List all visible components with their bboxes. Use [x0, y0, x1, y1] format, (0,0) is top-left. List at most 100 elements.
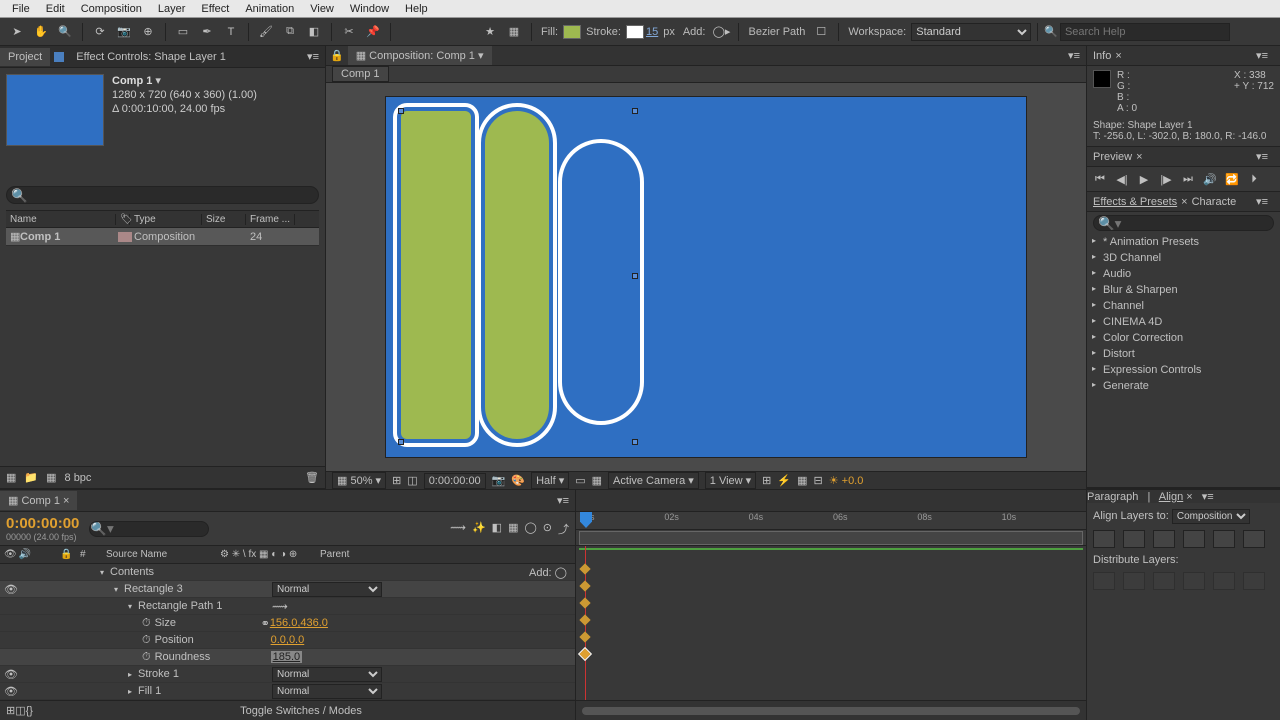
comp-thumbnail[interactable] — [6, 74, 104, 146]
camera-tool-icon[interactable]: 📷 — [113, 22, 135, 42]
preset-animation-presets[interactable]: * Animation Presets — [1087, 234, 1280, 250]
handle-br[interactable] — [632, 439, 638, 445]
row-rect3[interactable]: Rectangle 3 — [124, 583, 272, 595]
work-area-bar[interactable] — [579, 531, 1083, 545]
paragraph-tab[interactable]: Paragraph — [1087, 491, 1138, 503]
fill-swatch[interactable] — [563, 25, 581, 39]
preset-3d-channel[interactable]: 3D Channel — [1087, 250, 1280, 266]
lock-icon[interactable]: 🔒 — [326, 49, 348, 62]
shape-rect1[interactable] — [401, 111, 471, 439]
text-tool-icon[interactable]: T — [220, 22, 242, 42]
exposure-value[interactable]: ☀ +0.0 — [829, 474, 864, 487]
preset-blur[interactable]: Blur & Sharpen — [1087, 282, 1280, 298]
tl-foot-icon2[interactable]: ◫ — [15, 704, 25, 717]
snapshot-icon[interactable]: 📷 — [492, 474, 506, 487]
zoom-tool-icon[interactable]: 🔍 — [54, 22, 76, 42]
snap-icon[interactable]: ★ — [479, 22, 501, 42]
mode-stroke[interactable]: Normal — [272, 667, 382, 682]
eye-rect3-icon[interactable]: 👁 — [4, 583, 18, 596]
row-rectpath[interactable]: Rectangle Path 1 — [138, 600, 272, 612]
fast-preview-icon[interactable]: ⚡ — [777, 474, 791, 487]
next-frame-icon[interactable]: |▶ — [1157, 171, 1175, 187]
kf6[interactable] — [579, 648, 590, 659]
flowchart-icon[interactable]: ⊟ — [814, 474, 823, 487]
tab-project[interactable]: Project — [0, 48, 50, 66]
channel-icon[interactable]: 🎨 — [511, 474, 525, 487]
align-tab[interactable]: Align — [1159, 491, 1183, 503]
preset-cinema4d[interactable]: CINEMA 4D — [1087, 314, 1280, 330]
preset-expression[interactable]: Expression Controls — [1087, 362, 1280, 378]
roi-icon[interactable]: ▭ — [575, 474, 585, 487]
kf5[interactable] — [579, 631, 590, 642]
time-ruler[interactable]: 00s 02s 04s 06s 08s 10s — [576, 512, 1086, 530]
tw-contents[interactable]: ▾ — [100, 568, 110, 577]
tracks-area[interactable] — [576, 546, 1086, 700]
new-comp-icon[interactable]: ▦ — [46, 471, 56, 484]
tl-foot-icon3[interactable]: {} — [26, 705, 33, 717]
ram-preview-icon[interactable]: ⏵ — [1245, 171, 1263, 187]
last-frame-icon[interactable]: ⏭ — [1179, 171, 1197, 187]
view-dropdown[interactable]: 1 View ▾ — [705, 472, 756, 489]
val-roundness[interactable]: 185.0 — [271, 651, 303, 663]
info-menu-icon[interactable]: ▾≡ — [1250, 49, 1274, 62]
menu-layer[interactable]: Layer — [150, 1, 194, 17]
timeline-search-input[interactable] — [89, 521, 209, 537]
rotate-tool-icon[interactable]: ⟳ — [89, 22, 111, 42]
tw-fill[interactable]: ▸ — [128, 687, 138, 696]
rect-tool-icon[interactable]: ▭ — [172, 22, 194, 42]
camera-dropdown[interactable]: Active Camera ▾ — [608, 472, 699, 489]
preset-audio[interactable]: Audio — [1087, 266, 1280, 282]
stroke-width[interactable]: 15 — [646, 26, 658, 38]
menu-view[interactable]: View — [302, 1, 342, 17]
align-hcenter-icon[interactable] — [1123, 530, 1145, 548]
project-row-comp1[interactable]: ▦ Comp 1 Composition 24 — [6, 228, 319, 246]
tl-icon2[interactable]: ✨ — [472, 521, 486, 537]
effects-menu-icon[interactable]: ▾≡ — [1250, 195, 1274, 208]
effects-search-input[interactable] — [1093, 215, 1274, 231]
handle-mr[interactable] — [632, 273, 638, 279]
interpret-icon[interactable]: ▦ — [6, 471, 16, 484]
viewer[interactable] — [326, 83, 1086, 471]
time-display[interactable]: 0:00:00:00 — [424, 473, 486, 489]
first-frame-icon[interactable]: ⏮ — [1091, 171, 1109, 187]
linkpath-icon[interactable]: ⟿ — [272, 600, 288, 613]
pen-tool-icon[interactable]: ✒ — [196, 22, 218, 42]
kf4[interactable] — [579, 614, 590, 625]
col-source[interactable]: Source Name — [100, 549, 220, 560]
trans-grid-icon[interactable]: ▦ — [592, 474, 602, 487]
character-tab[interactable]: Characte — [1192, 196, 1237, 208]
folder-icon[interactable]: 📁 — [24, 471, 38, 484]
timeline-menu-icon[interactable]: ▾≡ — [551, 494, 575, 507]
preset-distort[interactable]: Distort — [1087, 346, 1280, 362]
grid-icon[interactable]: ▦ — [503, 22, 525, 42]
effects-tab[interactable]: Effects & Presets — [1093, 196, 1177, 208]
comp-panel-menu-icon[interactable]: ▾≡ — [1062, 49, 1086, 62]
handle-bl[interactable] — [398, 439, 404, 445]
stopwatch-round-icon[interactable]: ⏱ — [142, 651, 151, 664]
timeline-tab[interactable]: ▦ Comp 1 × — [0, 491, 77, 510]
zoom-slider[interactable] — [582, 707, 1080, 715]
search-help-input[interactable] — [1060, 23, 1230, 41]
anchor-tool-icon[interactable]: ⊕ — [137, 22, 159, 42]
stopwatch-pos-icon[interactable]: ⏱ — [142, 634, 151, 647]
tab-effect-controls[interactable]: Effect Controls: Shape Layer 1 — [68, 48, 234, 66]
puppet-tool-icon[interactable]: 📌 — [362, 22, 384, 42]
eraser-tool-icon[interactable]: ◧ — [303, 22, 325, 42]
timecode[interactable]: 0:00:00:00 — [6, 515, 79, 532]
val-position[interactable]: 0.0,0.0 — [271, 634, 305, 646]
mask-icon[interactable]: ◫ — [407, 474, 417, 487]
roto-tool-icon[interactable]: ✂ — [338, 22, 360, 42]
toggle-switches-button[interactable]: Toggle Switches / Modes — [33, 705, 569, 717]
shape-rect3[interactable] — [562, 143, 640, 421]
hand-tool-icon[interactable]: ✋ — [30, 22, 52, 42]
project-search-input[interactable] — [6, 186, 319, 204]
row-roundness[interactable]: Roundness — [151, 651, 271, 663]
menu-edit[interactable]: Edit — [38, 1, 73, 17]
row-fill1[interactable]: Fill 1 — [138, 685, 272, 697]
comp-panel-tab[interactable]: ▦ Composition: Comp 1 ▾ — [348, 46, 492, 65]
bezier-check-icon[interactable]: ☐ — [810, 22, 832, 42]
res-icon[interactable]: ⊞ — [392, 474, 401, 487]
stopwatch-size-icon[interactable]: ⏱ — [142, 617, 151, 630]
stroke-swatch[interactable] — [626, 25, 644, 39]
row-size[interactable]: Size — [151, 617, 261, 629]
